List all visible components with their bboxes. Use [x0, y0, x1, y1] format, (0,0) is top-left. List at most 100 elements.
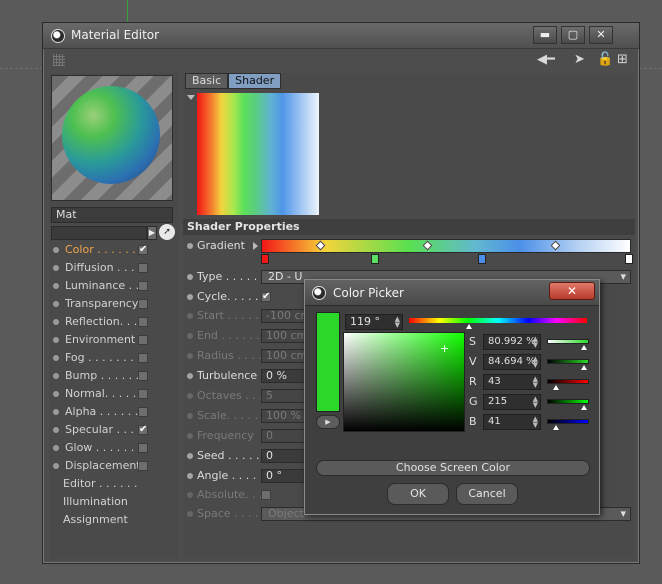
toolbar: ◀━ ➤ 🔓 ⊞ [49, 52, 635, 68]
r-slider-marker[interactable] [553, 385, 559, 390]
material-name-field[interactable]: Mat [51, 207, 173, 223]
param-dot-icon[interactable] [187, 294, 193, 300]
arrow-cursor-icon[interactable]: ➤ [574, 52, 585, 68]
close-button[interactable]: ✕ [589, 26, 613, 44]
param-dot-icon[interactable] [187, 453, 193, 459]
v-field[interactable]: 84.694 % ▲ ▼ [483, 354, 541, 370]
channel-alpha[interactable]: Alpha . . . . . . [49, 403, 179, 421]
r-field[interactable]: 43 ▲ ▼ [483, 374, 541, 390]
pick-cursor-icon[interactable]: ➚ [159, 224, 175, 240]
channel-checkbox[interactable] [138, 241, 148, 259]
channel-displacement[interactable]: Displacement [49, 457, 179, 475]
b-slider[interactable] [547, 419, 589, 424]
g-slider[interactable] [547, 399, 589, 404]
saturation-value-field[interactable]: + [343, 332, 465, 432]
spinner-icon[interactable]: ▲ ▼ [533, 336, 538, 349]
channel-luminance[interactable]: Luminance . . . [49, 277, 179, 295]
selector-arrow-icon[interactable]: ▶ [147, 226, 157, 240]
param-dot-icon [187, 492, 193, 498]
s-value: 80.992 % [488, 336, 536, 347]
collapse-triangle-icon[interactable] [187, 95, 195, 100]
channel-checkbox[interactable] [138, 371, 148, 381]
shader-properties-header: Shader Properties [183, 219, 635, 235]
channel-checkbox[interactable] [138, 353, 148, 363]
lock-icon[interactable]: 🔓 [597, 52, 613, 68]
channel-checkbox[interactable] [138, 299, 148, 309]
channel-checkbox[interactable] [138, 317, 148, 327]
spinner-icon[interactable]: ▲ ▼ [533, 416, 538, 429]
r-label: R [469, 375, 477, 388]
hue-slider[interactable] [409, 318, 587, 323]
channel-checkbox[interactable] [138, 281, 148, 291]
channel-normal[interactable]: Normal. . . . . . [49, 385, 179, 403]
channel-transparency[interactable]: Transparency [49, 295, 179, 313]
cancel-button[interactable]: Cancel [456, 483, 518, 505]
b-slider-marker[interactable] [553, 425, 559, 430]
channel-reflection[interactable]: Reflection. . . . [49, 313, 179, 331]
spinner-icon[interactable]: ▲ ▼ [533, 356, 538, 369]
toolbar-grip-icon[interactable] [53, 54, 65, 66]
v-row: V 84.694 % ▲ ▼ [469, 354, 595, 370]
channel-bump[interactable]: Bump . . . . . . [49, 367, 179, 385]
tab-basic[interactable]: Basic [185, 73, 229, 89]
channel-specular[interactable]: Specular . . . . [49, 421, 179, 439]
channel-label: Normal. . . . . . [65, 387, 144, 400]
channel-glow[interactable]: Glow . . . . . . . [49, 439, 179, 457]
channel-environment[interactable]: Environment [49, 331, 179, 349]
tab-shader[interactable]: Shader [228, 73, 282, 89]
ok-button[interactable]: OK [387, 483, 449, 505]
gradient-knot[interactable] [478, 254, 486, 264]
item-editor[interactable]: Editor . . . . . . [49, 475, 179, 493]
channel-checkbox[interactable] [138, 389, 148, 399]
g-slider-marker[interactable] [581, 405, 587, 410]
param-dot-icon[interactable] [187, 473, 193, 479]
spinner-icon[interactable]: ▲ ▼ [533, 376, 538, 389]
radius-label: Radius . . . . [197, 349, 262, 362]
title-bar[interactable]: Material Editor ▬ ▢ ✕ [43, 23, 639, 49]
item-illumination[interactable]: Illumination [49, 493, 179, 511]
spinner-icon[interactable]: ▲ ▼ [395, 316, 400, 329]
gradient-knot[interactable] [261, 254, 269, 264]
s-field[interactable]: 80.992 % ▲ ▼ [483, 334, 541, 350]
v-slider[interactable] [547, 359, 589, 364]
cycle-checkbox[interactable] [261, 288, 271, 306]
material-selector[interactable] [51, 226, 147, 240]
channel-fog[interactable]: Fog . . . . . . . . [49, 349, 179, 367]
hue-field[interactable]: 119 ° ▲ ▼ [345, 314, 403, 330]
close-icon[interactable]: ✕ [549, 282, 595, 300]
channel-checkbox[interactable] [138, 461, 148, 471]
g-field[interactable]: 215 ▲ ▼ [483, 394, 541, 410]
shader-preview [197, 93, 319, 215]
param-dot-icon[interactable] [187, 373, 193, 379]
channel-checkbox[interactable] [138, 263, 148, 273]
v-slider-marker[interactable] [581, 365, 587, 370]
s-slider[interactable] [547, 339, 589, 344]
channel-checkbox[interactable] [138, 443, 148, 453]
channel-checkbox[interactable] [138, 407, 148, 417]
maximize-button[interactable]: ▢ [561, 26, 585, 44]
r-slider[interactable] [547, 379, 589, 384]
back-arrow-icon[interactable]: ◀━ [537, 52, 555, 68]
param-dot-icon[interactable] [187, 243, 193, 249]
swatch-menu-button[interactable]: ▶ [316, 415, 340, 429]
item-assignment[interactable]: Assignment [49, 511, 179, 529]
gradient-knot[interactable] [625, 254, 633, 264]
choose-screen-color-button[interactable]: Choose Screen Color [316, 460, 590, 476]
channel-diffusion[interactable]: Diffusion . . . . [49, 259, 179, 277]
hue-slider-marker[interactable] [466, 324, 472, 329]
angle-label: Angle . . . . . [197, 469, 264, 482]
param-dot-icon[interactable] [187, 274, 193, 280]
crosshair-icon[interactable]: + [440, 343, 449, 354]
channel-checkbox[interactable] [138, 421, 148, 439]
minimize-button[interactable]: ▬ [533, 26, 557, 44]
new-window-icon[interactable]: ⊞ [617, 52, 628, 68]
expand-triangle-icon[interactable] [253, 242, 258, 250]
color-picker-title-bar[interactable]: Color Picker ✕ [305, 280, 599, 306]
gradient-knot[interactable] [371, 254, 379, 264]
s-slider-marker[interactable] [581, 345, 587, 350]
b-field[interactable]: 41 ▲ ▼ [483, 414, 541, 430]
channel-checkbox[interactable] [138, 335, 148, 345]
material-preview[interactable] [51, 75, 173, 201]
spinner-icon[interactable]: ▲ ▼ [533, 396, 538, 409]
channel-color[interactable]: Color . . . . . . [49, 241, 179, 259]
